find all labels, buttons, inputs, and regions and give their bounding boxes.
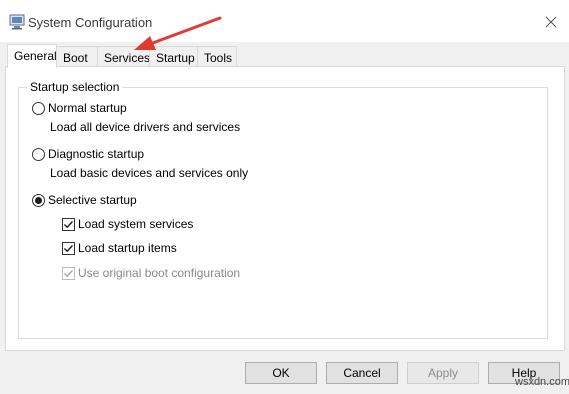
msconfig-icon xyxy=(9,14,25,30)
watermark-text: wsxdn.com xyxy=(515,376,569,388)
radio-button-icon xyxy=(32,147,45,161)
tab-tools[interactable]: Tools xyxy=(197,46,237,68)
close-button[interactable] xyxy=(541,12,561,32)
tab-boot[interactable]: Boot xyxy=(56,46,98,68)
tab-general[interactable]: General xyxy=(7,44,57,68)
apply-button: Apply xyxy=(407,362,479,384)
load-startup-items-checkbox[interactable]: Load startup items xyxy=(62,241,177,255)
window-title: System Configuration xyxy=(28,15,153,30)
tab-startup[interactable]: Startup xyxy=(149,46,198,68)
startup-selection-label: Startup selection xyxy=(27,80,123,94)
ok-button[interactable]: OK xyxy=(245,362,317,384)
startup-selection-group: Startup selection Normal startup Load al… xyxy=(18,80,548,339)
diagnostic-startup-description: Load basic devices and services only xyxy=(50,166,249,180)
radio-button-icon xyxy=(32,101,45,115)
tab-services[interactable]: Services xyxy=(97,46,150,68)
radio-button-selected-icon xyxy=(32,193,45,207)
general-tab-panel: Startup selection Normal startup Load al… xyxy=(5,66,565,351)
normal-startup-radio[interactable]: Normal startup xyxy=(32,101,127,115)
selective-startup-label: Selective startup xyxy=(48,193,137,207)
system-configuration-window: System Configuration General Boot Servic… xyxy=(0,0,569,394)
title-bar: System Configuration xyxy=(0,0,569,42)
checkmark-icon xyxy=(62,241,75,255)
use-original-boot-configuration-label: Use original boot configuration xyxy=(78,266,241,280)
use-original-boot-configuration-checkbox: Use original boot configuration xyxy=(62,266,240,280)
checkmark-icon xyxy=(62,266,75,280)
tab-strip: General Boot Services Startup Tools xyxy=(0,42,569,68)
checkmark-icon xyxy=(62,217,75,231)
cancel-button[interactable]: Cancel xyxy=(326,362,398,384)
normal-startup-description: Load all device drivers and services xyxy=(50,120,241,134)
diagnostic-startup-label: Diagnostic startup xyxy=(48,147,145,161)
close-icon xyxy=(545,16,557,28)
load-system-services-label: Load system services xyxy=(78,217,194,231)
load-system-services-checkbox[interactable]: Load system services xyxy=(62,217,193,231)
normal-startup-label: Normal startup xyxy=(48,101,127,115)
load-startup-items-label: Load startup items xyxy=(78,241,177,255)
diagnostic-startup-radio[interactable]: Diagnostic startup xyxy=(32,147,144,161)
selective-startup-radio[interactable]: Selective startup xyxy=(32,193,137,207)
